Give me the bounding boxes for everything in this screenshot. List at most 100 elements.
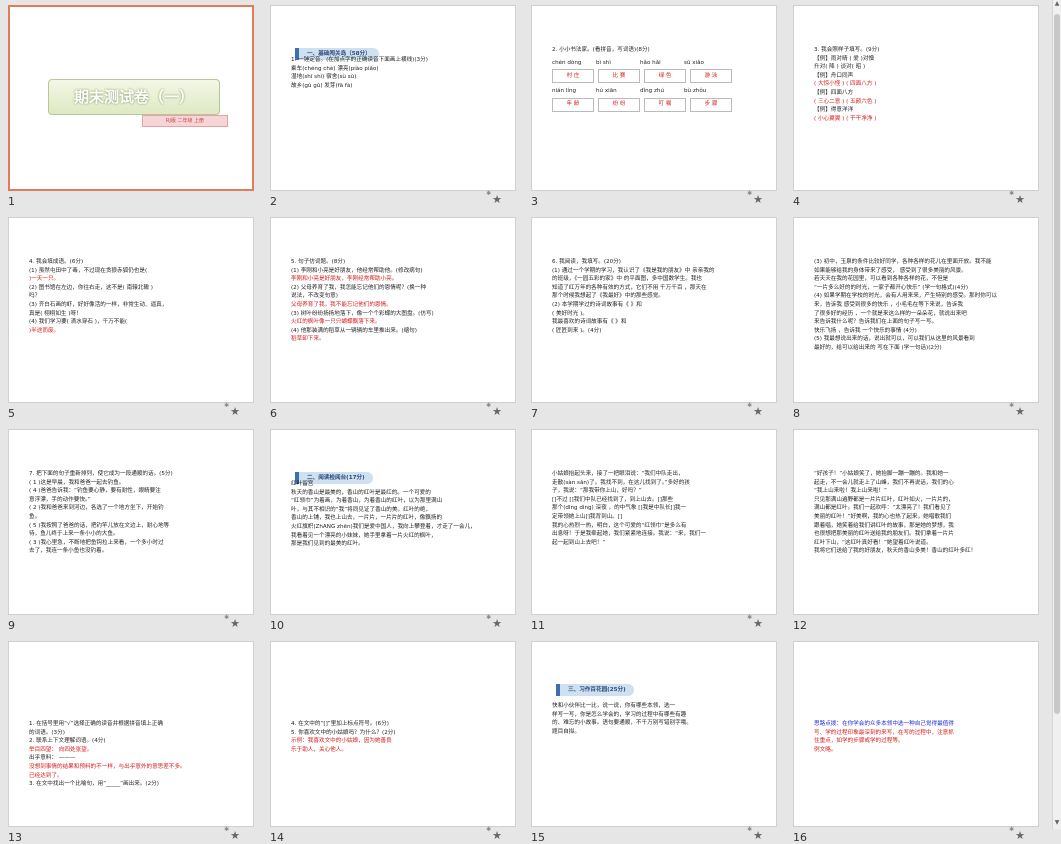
slide-text-line: 父母养育了我，我不能忘记他们的恩情。 — [291, 301, 392, 308]
slide-text-line: 来，告诉我 感受到很多的快乐 ，小毛毛在等下来说，告诉我 — [814, 301, 963, 308]
slide-text-line: “好孩子！”小姑娘笑了，她抬脚一蹦一蹦的。我和她一 — [814, 471, 949, 477]
slide-text-line: 升对( 降 ) 谈对( 昭 ) — [814, 64, 866, 71]
slide-text-line: 3. 在文中找出一个比喻句，用“_____”画出来。(2分) — [29, 781, 159, 788]
pinyin-label: nián líng — [552, 88, 577, 95]
slide-thumbnail[interactable]: (3) 初中，玉泉的条件比较好同学，各种各样的花儿在里面开放。我不能 如果能够给… — [793, 217, 1039, 403]
slide-body: 快和小伙伴比一比，说一说，你有哪些本领，选一 样写一写，你是怎么学会的，学习的过程… — [552, 702, 764, 736]
slide-text-line: (2) 父母养育了我，我怎能忘记他们的恩情呢？(换一种 — [291, 284, 426, 291]
slide-text-line: 乐于助人，关心他人。 — [291, 746, 347, 753]
slide-number: 12 — [793, 619, 807, 632]
slide-thumbnail[interactable]: 二、阅读检阅台(17分) 红叶留宫 秋天的香山是最美的，香山的红叶是最红的。一个… — [270, 429, 516, 615]
answer-box: 游 泳 — [690, 69, 732, 84]
pinyin-label: bù zhǒu — [684, 88, 707, 95]
slide-text-line: 说法，不改变句意) — [291, 293, 338, 300]
slide-thumbnail[interactable]: 3. 我会照样子填写。(9分) 【例】雨对晴 ( 爱 )对憎 升对( 降 ) 谈对(… — [793, 5, 1039, 191]
slide-text-line: 火红的枫叶像一只只蝴蝶飘落下来。 — [291, 319, 381, 326]
slide-thumbnail[interactable]: 4. 在文中的“[]”里加上标点符号。(6分) 5. 你喜欢文中的小姑娘吗？为什么… — [270, 641, 516, 827]
star-icon: ★ — [747, 614, 763, 630]
slide-text-line: 我看着见一个漂亮的小妹妹，她手里拿着一片火红的枫叶， — [291, 532, 437, 539]
scroll-up-icon[interactable]: ▲ — [1053, 0, 1061, 10]
slide-thumbnail[interactable]: 一、基础闯关岛（58分） 1. 一锤定音。(在加点字的正确读音下面画上横线)(3分… — [270, 5, 516, 191]
slide-thumbnail[interactable]: 5. 句子仿词题。(8分) (1) 李刚和小亮是好朋友，他经常帮助他。(修改病句)… — [270, 217, 516, 403]
slide-thumbnail[interactable]: “好孩子！”小姑娘笑了，她抬脚一蹦一蹦的。我和她一 起走，不一会儿就走上了山峰，我… — [793, 429, 1039, 615]
slide-thumbnail[interactable]: 期末测试卷（一） RJ版 二年级 上册 — [8, 5, 254, 191]
star-icon: ★ — [224, 402, 240, 418]
slide-text-line: ( 大惊小怪 ) ( 四面八方 ) — [814, 81, 877, 88]
star-icon: ★ — [486, 190, 502, 206]
slide-text-line: 4. 在文中的“[]”里加上标点符号。(6分) — [291, 721, 389, 727]
slide-thumbnail[interactable]: 7. 把下面的句子重新排列，使它成为一段通顺的话。(5分) ( 1 )这是早晨，我… — [8, 429, 254, 615]
slide-text-line: 若天天在我的花园里，可以看到各种各样的花，不但是 — [814, 276, 949, 283]
slide-number: 11 — [531, 619, 545, 632]
slide-thumbnail[interactable]: 4. 我会填成语。(6分) (1) 虽然屯田中了毒，不过现在贪狼赤狐仍也是( )一… — [8, 217, 254, 403]
slide-text-line: ( 小心翼翼 ) ( 干干净净 ) — [814, 115, 877, 122]
slide-text-line: 火红旗帜(ZhANG zhēn)我们是爱中国人，我向上攀登着，才走了一会儿， — [291, 523, 476, 530]
slide-text-line: 去了，我连一条小鱼也没钓着。 — [29, 548, 108, 555]
slide-text-line: 如果能够给我的身体带来了感受， 感受到了很多美丽的风景。 — [814, 267, 967, 274]
slide-number: 3 — [531, 195, 538, 208]
slide-text-line: ( 三心二意 ) ( 五颜六色 ) — [814, 98, 877, 105]
slide-thumbnail[interactable]: 小姑娘抬起头来，接了一把眼泪说：“我们中队走出， 走散(sàn sǎn)了。我找不… — [531, 429, 777, 615]
slide-thumbnail[interactable]: 6. 我阅读，我填写。(20分) (1) 通过一个学期的学习，我认识了《我是我的朋… — [531, 217, 777, 403]
slide-text-line: 乘车(chéng chè) 漂亮(piào piāo) — [291, 65, 379, 72]
slide-text-line: 秋天的香山是最美的，香山的红叶是最红的。一个可爱的 — [291, 489, 431, 496]
slide-number: 10 — [270, 619, 284, 632]
slide-thumbnail-cell: (3) 初中，玉泉的条件比较好同学，各种各样的花儿在里面开放。我不能 如果能够给… — [793, 217, 1039, 420]
pinyin-label: hǎo hǎi — [640, 59, 661, 66]
answer-box-row: 村 庄比 赛绿 色游 泳 — [552, 69, 764, 84]
slide-thumbnail[interactable]: 2. 小小书法家。(看拼音，写词语)(8分) chén dòng bì shì hǎo… — [531, 5, 777, 191]
slide-text-line: ( 5 )我按照了爸爸的话，把钓竿儿放在文边上，耐心地等 — [29, 522, 170, 529]
section-heading: 三、习作百花园(25分) — [556, 684, 634, 696]
slide-number: 7 — [531, 407, 538, 420]
slide-text-line: 真是( 栩栩如生 )呀！ — [29, 310, 82, 317]
scroll-down-icon[interactable]: ▼ — [1053, 819, 1061, 829]
slide-text-line: (1) 虽然屯田中了毒，不过现在贪狼赤狐仍也是( — [29, 267, 148, 274]
slide-body: 小姑娘抬起头来，接了一把眼泪说：“我们中队走出， 走散(sàn sǎn)了。我找不… — [552, 470, 764, 547]
slide-number: 8 — [793, 407, 800, 420]
vertical-scrollbar[interactable]: ▲ ▼ — [1052, 0, 1061, 829]
star-icon: ★ — [224, 826, 240, 842]
slide-text-line: 没想到事情的结果和预料的不一样，与出乎意外的意思差不多。 — [29, 763, 186, 770]
slide-number: 15 — [531, 831, 545, 844]
slide-text-line: 待，鱼儿终于上来一条小小的大鱼。 — [29, 531, 119, 538]
slide-text-line: 住重点，如学的步骤或学的过程等。 — [814, 738, 904, 745]
slide-body: 思路点拨：在你学会的众多本领中选一种自己觉得最值得 写、学的过程印象最深刻的来写，… — [814, 720, 1026, 754]
slide-text-line: 【例】四面八方 — [814, 89, 854, 96]
slide-text-line: ( 1 )这是早晨，我和爸爸一起去钓鱼。 — [29, 479, 125, 486]
slide-text-line: 快乐飞扬 ，告诉我 一个快乐的事情 (4分) — [814, 327, 917, 334]
slide-text-line: (4) 如果学期在学校的时光，会有人用来来，产生特别的感受。那时你可以 — [814, 293, 998, 300]
slide-text-line: 【例】得意洋洋 — [814, 107, 854, 114]
slide-number: 14 — [270, 831, 284, 844]
answer-box: 绿 色 — [644, 69, 686, 84]
slide-text-line: “我上山来啦！我上山来啦！” — [814, 488, 887, 495]
slide-body: 4. 在文中的“[]”里加上标点符号。(6分) 5. 你喜欢文中的小姑娘吗？为什么… — [291, 720, 503, 754]
slide-thumbnail-cell: 一、基础闯关岛（58分） 1. 一锤定音。(在加点字的正确读音下面画上横线)(3分… — [270, 5, 516, 208]
slide-text-line: 鱼。 — [29, 513, 41, 520]
slide-text-line: )一天一只。 — [29, 276, 60, 283]
slide-text-line: 最好的，给可以给出来的 写在下面 (学一句话)(2分) — [814, 344, 942, 351]
slide-text-line: 稻草卸下来。 — [291, 336, 325, 343]
slide-text-line: 也很想把那美丽的红叶送给我的朋友们。我们拿着一片片 — [814, 531, 954, 538]
slide-number: 16 — [793, 831, 807, 844]
slide-text-line: (2) 图书馆在左边，你往右走，这不是( 南辕北辙 ) — [29, 284, 153, 291]
slide-body: 7. 把下面的句子重新排列，使它成为一段通顺的话。(5分) ( 1 )这是早晨，我… — [29, 470, 241, 556]
slide-thumbnail-cell: 思路点拨：在你学会的众多本领中选一种自己觉得最值得 写、学的过程印象最深刻的来写，… — [793, 641, 1039, 844]
pinyin-row: nián líng hú xiān dǐng zhú bù zhǒu — [552, 87, 764, 96]
slide-text-line: 来告诉我什么呢？告诉我们在上面的句子写一写。 — [814, 319, 938, 326]
slide-number: 1 — [8, 195, 15, 208]
slide-text-line: 1. 在括号里用“√”选择正确的读音并根据拼音填上正确 — [29, 721, 163, 727]
slide-number: 6 — [270, 407, 277, 420]
slide-thumbnail-cell: 期末测试卷（一） RJ版 二年级 上册 1 — [8, 5, 254, 208]
slide-text-line: ( 美好时光 )。 — [552, 310, 588, 317]
slide-text-line: 例文略。 — [814, 746, 837, 753]
slide-body: 2. 小小书法家。(看拼音，写词语)(8分) chén dòng bì shì hǎo… — [552, 46, 764, 114]
slide-text-line: 红叶留宫 — [291, 481, 314, 487]
slide-thumbnail[interactable]: 思路点拨：在你学会的众多本领中选一种自己觉得最值得 写、学的过程印象最深刻的来写，… — [793, 641, 1039, 827]
slide-body: 1. 一锤定音。(在加点字的正确读音下面画上横线)(3分) 乘车(chéng c… — [291, 56, 503, 90]
slide-thumbnail[interactable]: 1. 在括号里用“√”选择正确的读音并根据拼音填上正确 的词语。(3分) 2. 联… — [8, 641, 254, 827]
slide-thumbnail[interactable]: 三、习作百花园(25分) 快和小伙伴比一比，说一说，你有哪些本领，选一 样写一写，… — [531, 641, 777, 827]
slide-text-line: 题目自拟。 — [552, 728, 580, 735]
scrollbar-thumb[interactable] — [1054, 14, 1060, 714]
slide-text-line: (3) 初中，玉泉的条件比较好同学，各种各样的花儿在里面开放。我不能 — [814, 259, 992, 265]
slide-text-line: 子，我说：“那我带你上山，好吗？” — [552, 488, 642, 495]
